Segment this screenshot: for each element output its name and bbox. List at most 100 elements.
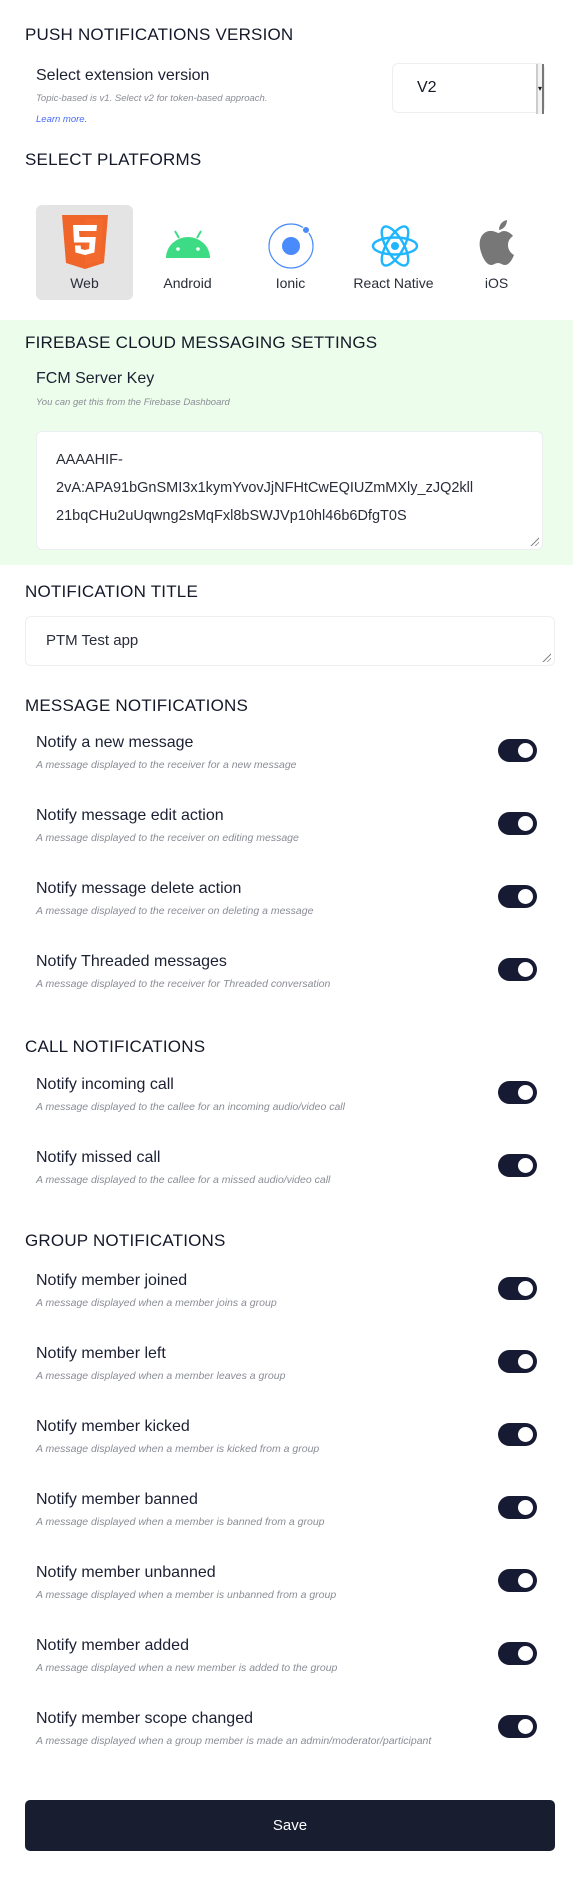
notification-hint: A message displayed when a member joins … [36,1297,277,1309]
platform-label: Web [70,275,99,291]
notification-toggle[interactable] [498,958,537,981]
extension-version-select[interactable]: V2 ▾ [392,63,545,114]
save-button[interactable]: Save [25,1800,555,1851]
toggle-knob [518,962,533,977]
android-icon [166,230,210,258]
fcm-server-key-input[interactable]: AAAAHIF- 2vA:APA91bGnSMI3x1kymYvovJjNFHt… [36,431,543,550]
notification-hint: A message displayed to the callee for an… [36,1101,345,1113]
toggle-knob [518,1354,533,1369]
platform-label: Android [163,275,212,291]
notification-toggle[interactable] [498,885,537,908]
group-notifications-heading: GROUP NOTIFICATIONS [25,1231,226,1250]
notification-row: Notify member unbanned A message display… [36,1564,546,1624]
toggle-knob [518,1500,533,1515]
notification-row: Notify message delete action A message d… [36,880,546,940]
notification-row: Notify message edit action A message dis… [36,807,546,867]
fcm-key-line: 21bqCHu2uUqwng2sMqFxl8bSWJVp10hl46b6DfgT… [56,508,407,524]
fcm-heading: FIREBASE CLOUD MESSAGING SETTINGS [25,333,378,352]
notification-label: Notify Threaded messages [36,953,227,970]
notification-toggle[interactable] [498,1423,537,1446]
fcm-server-key-hint: You can get this from the Firebase Dashb… [36,397,230,408]
push-version-heading: PUSH NOTIFICATIONS VERSION [25,25,294,44]
toggle-knob [518,1719,533,1734]
notification-title-input[interactable]: PTM Test app [25,616,555,666]
notification-row: Notify a new message A message displayed… [36,734,546,794]
notification-toggle[interactable] [498,1081,537,1104]
notification-toggle[interactable] [498,739,537,762]
notification-toggle[interactable] [498,1642,537,1665]
resize-handle-icon[interactable] [529,536,539,546]
platform-react-native[interactable]: React Native [345,205,442,300]
platform-ios[interactable]: iOS [448,205,545,300]
apple-icon [479,220,514,265]
toggle-knob [518,1281,533,1296]
notification-toggle[interactable] [498,1154,537,1177]
fcm-server-key-label: FCM Server Key [36,370,155,387]
notification-label: Notify message edit action [36,807,224,824]
notification-label: Notify member joined [36,1272,188,1289]
notification-row: Notify member banned A message displayed… [36,1491,546,1551]
notification-toggle[interactable] [498,1277,537,1300]
html5-icon [62,215,108,269]
notification-hint: A message displayed when a member is unb… [36,1589,337,1601]
react-icon [371,225,419,267]
platform-android[interactable]: Android [139,205,236,300]
notification-label: Notify member scope changed [36,1710,253,1727]
notification-label: Notify member added [36,1637,189,1654]
notification-label: Notify member unbanned [36,1564,216,1581]
notification-label: Notify member left [36,1345,166,1362]
extension-version-label: Select extension version [36,67,210,84]
chevron-down-icon[interactable]: ▾ [536,64,544,114]
resize-handle-icon[interactable] [541,652,551,662]
platform-label: Ionic [275,275,306,291]
toggle-knob [518,889,533,904]
message-notifications-heading: MESSAGE NOTIFICATIONS [25,696,249,715]
extension-version-hint: Topic-based is v1. Select v2 for token-b… [36,93,268,104]
notification-row: Notify member left A message displayed w… [36,1345,546,1405]
toggle-knob [518,816,533,831]
notification-toggle[interactable] [498,1569,537,1592]
notification-row: Notify member joined A message displayed… [36,1272,546,1332]
learn-more-link[interactable]: Learn more. [36,114,87,125]
notification-toggle[interactable] [498,1496,537,1519]
toggle-knob [518,1573,533,1588]
notification-title-value: PTM Test app [46,632,139,649]
notification-label: Notify a new message [36,734,194,751]
platform-web[interactable]: Web [36,205,133,300]
notification-label: Notify member kicked [36,1418,190,1435]
toggle-knob [518,1085,533,1100]
select-value: V2 [417,79,437,96]
notification-row: Notify member added A message displayed … [36,1637,546,1697]
notification-hint: A message displayed to the receiver for … [36,978,331,990]
notification-hint: A message displayed to the receiver on d… [36,905,314,917]
notification-toggle[interactable] [498,812,537,835]
notification-row: Notify member kicked A message displayed… [36,1418,546,1478]
toggle-knob [518,1158,533,1173]
notification-row: Notify incoming call A message displayed… [36,1076,546,1136]
platform-label: iOS [484,275,509,291]
notification-hint: A message displayed when a new member is… [36,1662,338,1674]
notification-hint: A message displayed to the receiver on e… [36,832,299,844]
notification-row: Notify member scope changed A message di… [36,1710,546,1770]
notification-hint: A message displayed to the callee for a … [36,1174,331,1186]
fcm-key-line: 2vA:APA91bGnSMI3x1kymYvovJjNFHtCwEQIUZmM… [56,480,474,496]
notification-toggle[interactable] [498,1350,537,1373]
call-notifications-heading: CALL NOTIFICATIONS [25,1037,206,1056]
notification-hint: A message displayed when a member is ban… [36,1516,325,1528]
notification-label: Notify member banned [36,1491,198,1508]
toggle-knob [518,743,533,758]
notification-hint: A message displayed when a member is kic… [36,1443,320,1455]
notification-toggle[interactable] [498,1715,537,1738]
platform-label: React Native [353,275,434,291]
fcm-key-line: AAAAHIF- [56,452,123,468]
notification-label: Notify incoming call [36,1076,174,1093]
notification-hint: A message displayed when a member leaves… [36,1370,286,1382]
notification-hint: A message displayed when a group member … [36,1735,432,1747]
platform-ionic[interactable]: Ionic [242,205,339,300]
notification-label: Notify message delete action [36,880,242,897]
toggle-knob [518,1646,533,1661]
notification-hint: A message displayed to the receiver for … [36,759,297,771]
notification-title-heading: NOTIFICATION TITLE [25,582,198,601]
notification-label: Notify missed call [36,1149,161,1166]
ionic-icon [268,223,314,269]
